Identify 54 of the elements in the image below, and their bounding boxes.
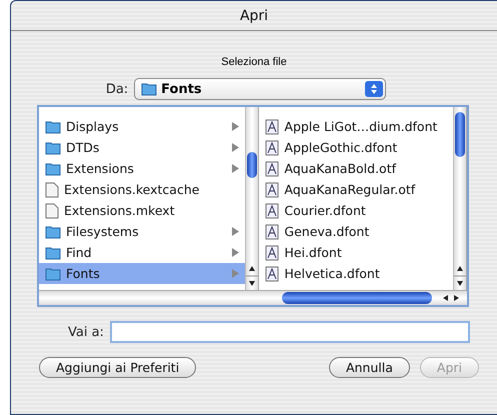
location-label: Da: [106, 82, 128, 96]
scroll-thumb[interactable] [455, 112, 465, 157]
scroll-thumb[interactable] [247, 152, 258, 178]
scroll-thumb[interactable] [282, 292, 432, 304]
stepper-icon [365, 81, 384, 97]
goto-label: Vai a: [68, 324, 104, 340]
disclosure-arrow-icon [232, 248, 240, 257]
font-file-icon [265, 160, 280, 176]
folder-icon [45, 140, 61, 154]
font-file-icon [265, 202, 280, 218]
file-list-item[interactable]: Helvetica.dfont [259, 263, 453, 284]
goto-field[interactable] [110, 321, 470, 343]
dialog-button[interactable]: Annulla [328, 357, 410, 378]
file-list-item[interactable]: AquaKanaRegular.otf [259, 179, 453, 200]
disclosure-arrow-icon [232, 164, 240, 173]
file-list-item[interactable]: Courier.dfont [259, 200, 453, 221]
font-file-icon [265, 244, 280, 260]
dialog-button[interactable]: Aggiungi ai Preferiti [39, 357, 196, 378]
disclosure-arrow-icon [232, 269, 240, 278]
file-list-item[interactable]: DTDs [39, 137, 246, 158]
file-list-item[interactable]: Extensions.mkext [39, 200, 246, 221]
folder-icon [45, 246, 61, 260]
font-file-icon [265, 140, 280, 156]
disclosure-arrow-icon [232, 143, 240, 152]
file-list-item[interactable]: Find [39, 242, 246, 263]
font-file-icon [265, 118, 280, 134]
file-list-item[interactable]: AppleGothic.dfont [259, 137, 453, 158]
font-file-icon [265, 182, 280, 198]
font-file-icon [265, 224, 280, 240]
file-list-item[interactable]: Fonts [39, 263, 246, 284]
folder-icon [45, 224, 61, 238]
document-icon [45, 182, 59, 198]
horizontal-scrollbar[interactable] [39, 290, 467, 305]
vertical-scrollbar[interactable] [245, 107, 258, 290]
document-icon [45, 202, 59, 218]
file-list-item[interactable]: Geneva.dfont [259, 221, 453, 242]
folder-icon [45, 120, 61, 134]
disclosure-arrow-icon [232, 227, 240, 236]
folder-icon [45, 162, 61, 176]
window-title: Apri [240, 8, 268, 24]
file-list-item[interactable]: Extensions.kextcache [39, 179, 246, 200]
prompt-text: Seleziona file [221, 56, 287, 68]
folder-icon [45, 266, 61, 280]
disclosure-arrow-icon [232, 122, 240, 131]
font-file-icon [265, 266, 280, 282]
file-list-item[interactable]: Filesystems [39, 221, 246, 242]
location-popup[interactable]: Fonts [134, 78, 386, 100]
folder-icon [141, 82, 158, 96]
file-list-item[interactable]: AquaKanaBold.otf [259, 158, 453, 179]
file-list-item[interactable]: Hei.dfont [259, 242, 453, 263]
file-list-item[interactable]: Apple LiGot…dium.dfont [259, 116, 453, 137]
file-list-item[interactable]: Displays [39, 116, 246, 137]
file-list-item[interactable]: Extensions [39, 158, 246, 179]
vertical-scrollbar[interactable] [453, 107, 466, 290]
